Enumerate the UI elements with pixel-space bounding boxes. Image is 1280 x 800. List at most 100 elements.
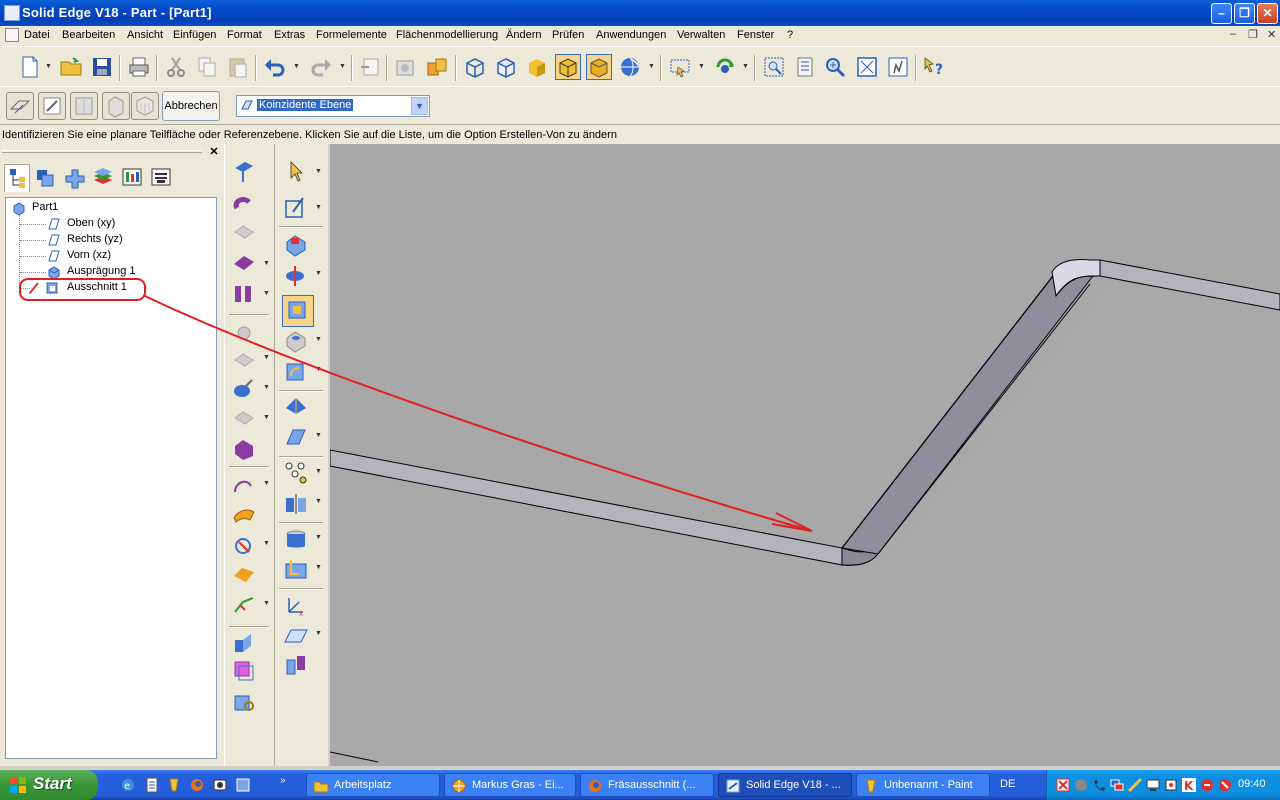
tray-antivirus-icon[interactable] — [1217, 777, 1233, 793]
select-tool-icon[interactable] — [668, 55, 692, 79]
mdi-close-button[interactable]: ✕ — [1267, 28, 1276, 41]
menu-einfuegen[interactable]: Einfügen — [173, 29, 216, 41]
thicken-tool-icon[interactable] — [231, 436, 257, 462]
tray-k-icon[interactable]: K — [1181, 777, 1197, 793]
split-curve-icon[interactable] — [231, 592, 257, 618]
language-indicator[interactable]: DE — [1000, 778, 1015, 790]
tray-device-icon[interactable] — [1163, 777, 1179, 793]
wireframe-view-icon[interactable] — [463, 55, 487, 79]
shaded-visible-edges-icon[interactable] — [586, 54, 612, 80]
hole-feature-icon[interactable] — [283, 328, 309, 354]
new-document-icon[interactable] — [18, 55, 42, 79]
copy-icon[interactable] — [195, 55, 219, 79]
rib-icon[interactable] — [283, 526, 309, 552]
pattern-icon[interactable] — [283, 460, 309, 486]
dropdown-arrow-icon[interactable]: ▼ — [315, 432, 322, 439]
dropdown-arrow-icon[interactable]: ▼ — [263, 290, 270, 297]
round-tool-icon[interactable] — [231, 348, 257, 374]
cutout-tool-button[interactable] — [282, 295, 314, 327]
tab-simplify[interactable] — [149, 164, 175, 192]
menu-bearbeiten[interactable]: Bearbeiten — [62, 29, 115, 41]
media-icon[interactable] — [212, 777, 228, 793]
tree-item-ausschnitt[interactable]: Ausschnitt 1 — [28, 280, 168, 296]
menu-flaechenmodellierung[interactable]: Flächenmodellierung — [396, 29, 498, 41]
part-copy-icon[interactable] — [283, 652, 309, 678]
tab-sensors[interactable] — [120, 164, 146, 192]
save-icon[interactable] — [90, 55, 114, 79]
create-from-options-select[interactable]: Koinzidente Ebene ▼ — [236, 95, 430, 117]
fit-view-icon[interactable] — [855, 55, 879, 79]
chamfer-tool-icon[interactable] — [231, 376, 257, 402]
tab-layers[interactable] — [91, 164, 117, 192]
surface-sweep-icon[interactable] — [231, 502, 257, 528]
undo-dropdown-icon[interactable]: ▼ — [293, 63, 300, 70]
dropdown-arrow-icon[interactable]: ▼ — [263, 384, 270, 391]
shell-icon[interactable] — [283, 394, 309, 420]
tray-network-icon[interactable] — [1109, 777, 1125, 793]
tray-tool-icon[interactable] — [1127, 777, 1143, 793]
context-help-icon[interactable]: ? — [922, 55, 946, 79]
menu-formelemente[interactable]: Formelemente — [316, 29, 387, 41]
extrude-icon[interactable] — [283, 232, 309, 258]
swept-protrusion-icon[interactable] — [231, 220, 257, 246]
redo-dropdown-icon[interactable]: ▼ — [339, 63, 346, 70]
step-side-button[interactable] — [70, 92, 98, 120]
solid-edge-app-icon[interactable] — [4, 5, 20, 21]
tray-phone-icon[interactable] — [1091, 777, 1107, 793]
menu-help[interactable]: ? — [787, 29, 793, 41]
web-publish-icon[interactable] — [393, 55, 417, 79]
document-menu-icon[interactable] — [5, 28, 19, 42]
parts-library-icon[interactable] — [425, 55, 449, 79]
task-paint[interactable]: Unbenannt - Paint — [856, 773, 990, 797]
firefox-icon[interactable] — [189, 777, 205, 793]
paste-icon[interactable] — [226, 55, 250, 79]
menu-verwalten[interactable]: Verwalten — [677, 29, 725, 41]
sketch-icon[interactable] — [283, 194, 309, 220]
rotate-dropdown-icon[interactable]: ▼ — [742, 63, 749, 70]
dropdown-arrow-icon[interactable]: ▼ — [315, 270, 322, 277]
dropdown-arrow-icon[interactable]: ▼ — [315, 168, 322, 175]
select-arrow-icon[interactable] — [283, 158, 309, 184]
dropdown-arrow-icon[interactable]: ▼ — [263, 260, 270, 267]
dropdown-arrow-icon[interactable]: ▼ — [315, 204, 322, 211]
reference-plane-tool-icon[interactable] — [283, 622, 309, 648]
dropdown-arrow-icon[interactable]: ▼ — [315, 336, 322, 343]
restore-button[interactable]: ❐ — [1234, 3, 1255, 24]
menu-fenster[interactable]: Fenster — [737, 29, 774, 41]
tray-update-icon[interactable] — [1199, 777, 1215, 793]
minimize-button[interactable]: – — [1211, 3, 1232, 24]
tab-feature-library[interactable] — [62, 164, 88, 192]
panel-close-icon[interactable]: ✕ — [207, 147, 221, 159]
revolved-protrusion-icon[interactable] — [231, 190, 257, 216]
round-feature-icon[interactable] — [283, 358, 309, 384]
cancel-button[interactable]: Abbrechen — [162, 91, 220, 121]
dropdown-arrow-icon[interactable]: ▼ — [315, 468, 322, 475]
chevron-down-icon[interactable]: ▼ — [411, 97, 428, 115]
paint-icon[interactable] — [166, 777, 182, 793]
dropdown-arrow-icon[interactable]: ▼ — [263, 600, 270, 607]
quicklaunch-overflow-icon[interactable]: » — [280, 775, 286, 786]
dropdown-arrow-icon[interactable]: ▼ — [315, 564, 322, 571]
new-dropdown-icon[interactable]: ▼ — [45, 63, 52, 70]
menu-anwendungen[interactable]: Anwendungen — [596, 29, 666, 41]
feature-pathfinder-tree[interactable]: Part1 Oben (xy) Rechts (yz) Vorn (xz) Au… — [5, 197, 217, 759]
cut-icon[interactable] — [164, 55, 188, 79]
tray-audio-icon[interactable] — [1073, 777, 1089, 793]
lofted-protrusion-icon[interactable] — [231, 250, 257, 276]
hidden-edges-view-icon[interactable] — [494, 55, 518, 79]
draft-tool-icon[interactable] — [231, 406, 257, 432]
pan-view-icon[interactable] — [886, 55, 910, 79]
blue-surface-icon[interactable] — [231, 562, 257, 588]
notepad-icon[interactable] — [144, 777, 160, 793]
intersection-curve-icon[interactable] — [231, 532, 257, 558]
dropdown-arrow-icon[interactable]: ▼ — [315, 366, 322, 373]
tray-monitor-icon[interactable] — [1145, 777, 1161, 793]
attach-part-icon[interactable] — [231, 688, 257, 714]
menu-format[interactable]: Format — [227, 29, 262, 41]
insert-object-icon[interactable] — [358, 55, 382, 79]
select-dropdown-icon[interactable]: ▼ — [698, 63, 705, 70]
dropdown-arrow-icon[interactable]: ▼ — [263, 540, 270, 547]
menu-aendern[interactable]: Ändern — [506, 29, 541, 41]
shaded-view-icon[interactable] — [525, 55, 549, 79]
thin-wall-icon[interactable] — [231, 280, 257, 306]
